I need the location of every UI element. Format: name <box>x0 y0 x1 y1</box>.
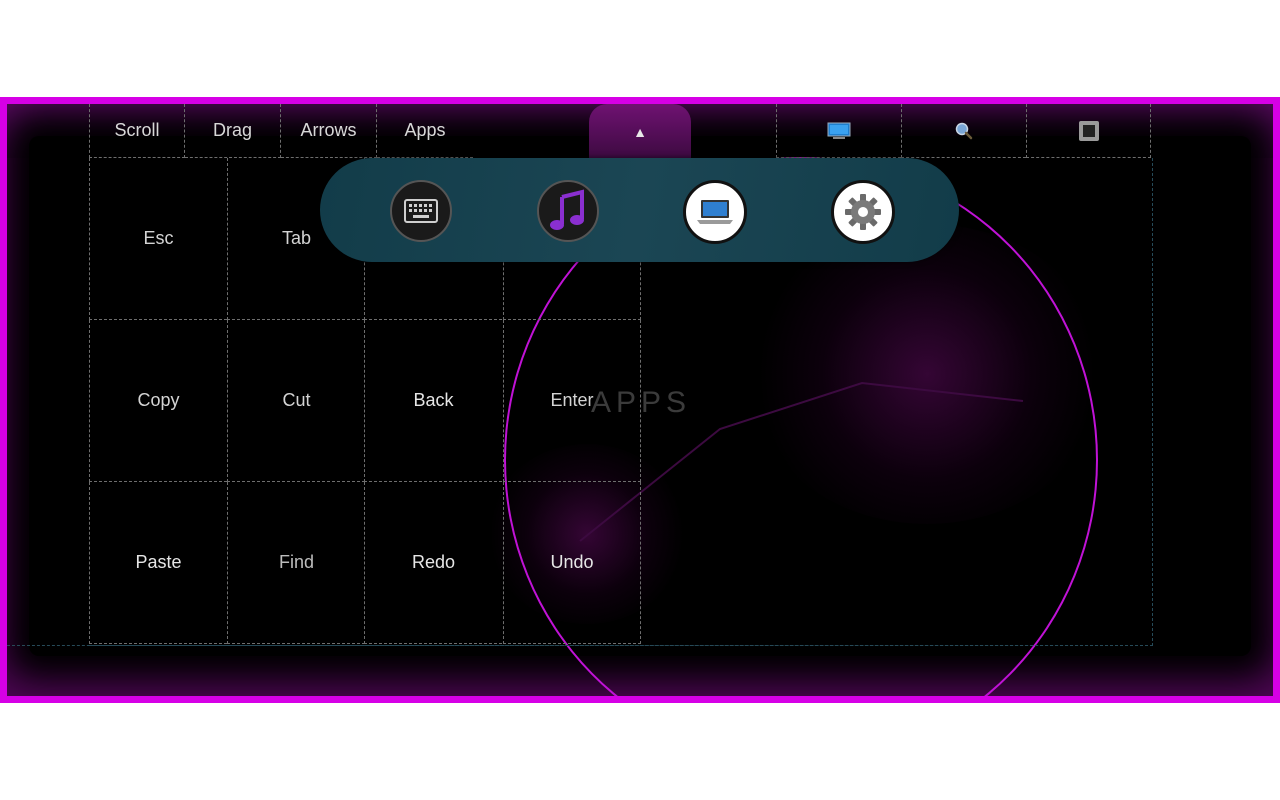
key-back[interactable]: Back <box>364 320 502 482</box>
app-launcher-bar <box>320 158 959 262</box>
magnifier-icon <box>955 122 973 139</box>
stop-button[interactable] <box>1026 104 1151 158</box>
keyboard-app-button[interactable] <box>390 180 452 242</box>
display-button[interactable] <box>776 104 901 158</box>
tab-apps[interactable]: Apps <box>377 104 473 158</box>
tab-arrows[interactable]: Arrows <box>281 104 377 158</box>
laptop-icon <box>697 200 733 224</box>
gear-icon <box>845 194 881 230</box>
key-copy[interactable]: Copy <box>89 320 227 482</box>
collapse-toggle-button[interactable]: ▲ <box>589 104 691 159</box>
key-undo[interactable]: Undo <box>503 482 641 644</box>
tab-drag[interactable]: Drag <box>185 104 281 158</box>
grid-bottom-line <box>7 645 1153 646</box>
keyboard-icon <box>404 199 438 223</box>
key-cut[interactable]: Cut <box>227 320 365 482</box>
key-find[interactable]: Find <box>227 482 365 644</box>
key-redo[interactable]: Redo <box>364 482 502 644</box>
touchpad-frame[interactable]: Scroll Drag Arrows Apps ▲ Esc Tab Copy C… <box>0 97 1280 703</box>
key-esc[interactable]: Esc <box>89 158 227 320</box>
monitor-icon <box>827 122 851 139</box>
key-paste[interactable]: Paste <box>89 482 227 644</box>
laptop-app-button[interactable] <box>683 180 747 244</box>
stop-square-icon <box>1078 120 1099 141</box>
music-app-button[interactable] <box>537 180 599 242</box>
settings-app-button[interactable] <box>831 180 895 244</box>
search-button[interactable] <box>901 104 1026 158</box>
mode-watermark: APPS <box>591 386 692 419</box>
triangle-up-icon: ▲ <box>633 123 647 140</box>
tab-scroll[interactable]: Scroll <box>89 104 185 158</box>
music-note-icon <box>550 189 584 230</box>
